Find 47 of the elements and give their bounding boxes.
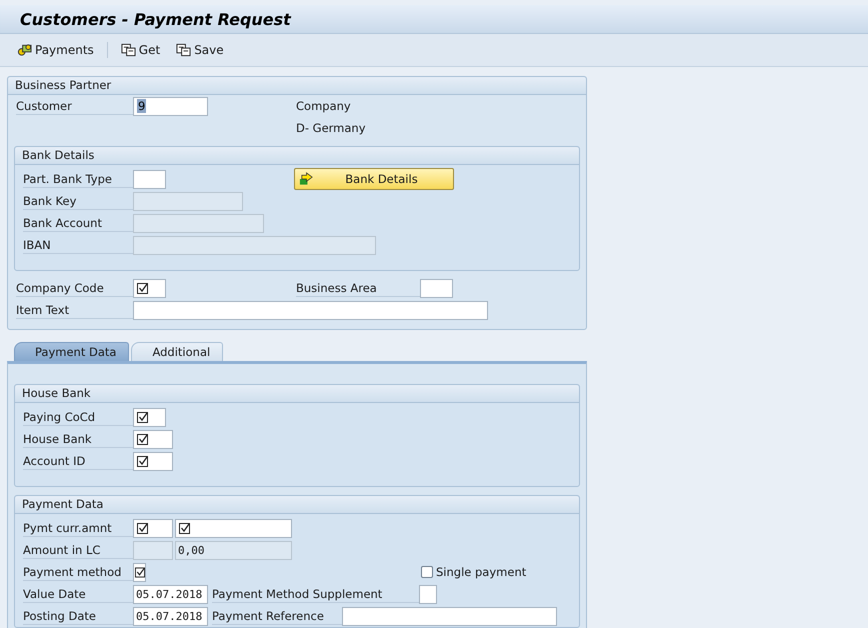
amount-field[interactable]: 0,00 — [175, 540, 292, 560]
copy-icon — [176, 43, 192, 57]
tab[interactable]: Additional — [131, 342, 224, 361]
toolbar-button[interactable]: Get — [118, 41, 164, 59]
currency-field[interactable] — [133, 540, 173, 560]
input-field[interactable] — [133, 214, 264, 232]
input-field[interactable] — [133, 300, 488, 320]
required-icon — [179, 522, 190, 534]
group-header: Business Partner — [8, 77, 586, 95]
required-icon — [137, 456, 148, 466]
input-field[interactable] — [342, 606, 557, 626]
checkbox[interactable] — [421, 566, 433, 578]
input-field[interactable] — [133, 452, 173, 470]
toolbar-button[interactable]: Payments — [14, 41, 97, 59]
input-field[interactable] — [419, 584, 437, 604]
required-icon — [137, 434, 148, 444]
amount-field[interactable] — [175, 518, 292, 538]
input-field[interactable] — [133, 278, 166, 298]
field-label: Payment Method Supplement — [212, 585, 419, 603]
input-field[interactable] — [133, 408, 166, 426]
copy-icon — [120, 43, 136, 57]
window-title: Customers - Payment Request — [20, 10, 291, 28]
company-name: Company — [296, 99, 351, 113]
required-icon — [137, 522, 148, 534]
input-field[interactable] — [420, 278, 453, 298]
group-header: House Bank — [15, 385, 579, 403]
bank-details-button[interactable]: Bank Details — [294, 168, 454, 190]
checkbox-label: Single payment — [436, 565, 526, 579]
required-icon — [137, 282, 148, 294]
group-header: Payment Data — [15, 496, 579, 514]
input-field[interactable] — [133, 236, 376, 254]
input-field[interactable] — [133, 562, 146, 582]
tab[interactable]: Payment Data — [14, 342, 130, 361]
coins-icon — [17, 43, 32, 57]
input-field[interactable]: 9 — [133, 96, 208, 116]
input-field[interactable] — [133, 192, 243, 210]
country-text: D- Germany — [296, 121, 366, 135]
currency-field[interactable] — [133, 518, 173, 538]
toolbar-button[interactable]: Save — [173, 41, 227, 59]
date-field[interactable]: 05.07.2018 — [133, 606, 208, 626]
required-icon — [137, 412, 148, 422]
date-field[interactable]: 05.07.2018 — [133, 584, 208, 604]
input-field[interactable] — [133, 170, 166, 188]
required-icon — [135, 566, 145, 578]
input-field[interactable] — [133, 430, 173, 448]
arrow-icon — [299, 172, 314, 186]
group-header: Bank Details — [15, 147, 579, 165]
